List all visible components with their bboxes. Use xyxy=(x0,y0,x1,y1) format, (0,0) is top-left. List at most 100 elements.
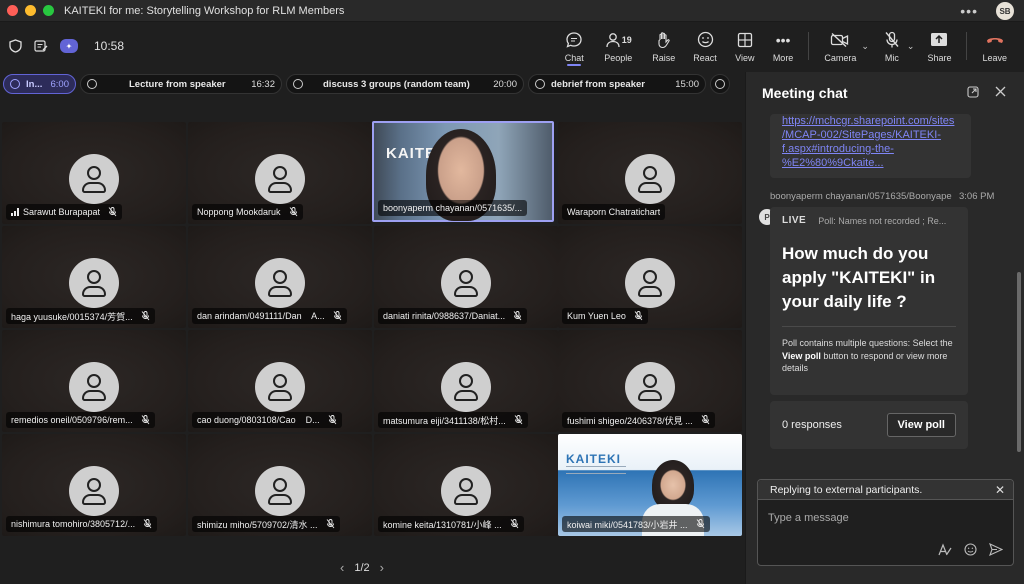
message-input[interactable]: Type a message xyxy=(758,500,1013,536)
muted-mic-icon xyxy=(696,519,704,529)
agenda-item-next[interactable] xyxy=(710,74,730,94)
people-count: 19 xyxy=(621,34,632,45)
external-reply-banner: Replying to external participants. ✕ xyxy=(758,480,1013,500)
participant-name-tag: dan arindam/0491111/Dan A... xyxy=(192,308,347,324)
participant-tile[interactable]: cao duong/0803108/Cao D... xyxy=(188,330,372,432)
participant-name: Kum Yuen Leo xyxy=(567,311,626,321)
pop-out-icon[interactable] xyxy=(967,86,979,101)
raise-hand-button[interactable]: Raise xyxy=(643,22,684,70)
share-label: Share xyxy=(927,52,952,63)
leave-label: Leave xyxy=(982,52,1007,63)
chat-button[interactable]: Chat xyxy=(555,22,593,70)
participant-tile[interactable]: Kum Yuen Leo xyxy=(558,226,742,328)
maximize-window-button[interactable] xyxy=(43,5,54,16)
agenda-item-debrief[interactable]: debrief from speaker 15:00 xyxy=(528,74,706,94)
participant-grid: Sarawut Burapapat Noppong Mookdaruk KAIT… xyxy=(0,120,744,536)
link-message: https://mchcgr.sharepoint.com/sites /MCA… xyxy=(770,114,971,178)
participant-name: Waraporn Chatratichart xyxy=(567,207,661,217)
participant-name: cao duong/0803108/Cao D... xyxy=(197,415,320,425)
message-time: 3:06 PM xyxy=(959,191,995,202)
message-meta: boonyaperm chayanan/0571635/Boonyape 3:0… xyxy=(770,191,1000,202)
agenda-item-duration: 6:00 xyxy=(50,78,70,90)
format-text-icon[interactable] xyxy=(938,543,952,559)
copilot-icon[interactable]: ✦ xyxy=(60,39,78,53)
signal-strength-icon xyxy=(11,208,19,216)
participant-tile[interactable]: Waraporn Chatratichart xyxy=(558,122,742,224)
avatar-placeholder-icon xyxy=(625,154,675,204)
poll-card[interactable]: LIVE Poll: Names not recorded ; Re... Ho… xyxy=(770,207,968,395)
ellipsis-icon: ••• xyxy=(775,31,791,48)
slide-subtitle-lines xyxy=(566,466,626,474)
participant-tile[interactable]: nishimura tomohiro/3805712/... xyxy=(2,434,186,536)
poll-question: How much do you apply "KAITEKI" in your … xyxy=(782,244,936,311)
participant-tile[interactable]: matsumura eiji/3411138/松村... xyxy=(374,330,558,432)
participant-video-face xyxy=(652,460,694,510)
previous-page-chevron-icon[interactable]: ‹ xyxy=(340,560,344,575)
people-icon: 19 xyxy=(602,30,634,50)
notes-icon[interactable] xyxy=(34,39,48,53)
view-button[interactable]: View xyxy=(726,22,764,70)
agenda-item-discuss[interactable]: discuss 3 groups (random team) 20:00 xyxy=(286,74,524,94)
react-button[interactable]: React xyxy=(684,22,726,70)
share-button[interactable]: Share xyxy=(918,22,960,70)
mic-button[interactable]: Mic xyxy=(873,22,911,70)
agenda-item-intro[interactable]: In... 6:00 xyxy=(3,74,76,94)
title-bar: KAITEKI for me: Storytelling Workshop fo… xyxy=(0,0,1024,22)
emoji-icon[interactable] xyxy=(964,543,977,559)
participant-tile[interactable]: Noppong Mookdaruk xyxy=(188,122,372,224)
shield-icon[interactable] xyxy=(8,39,22,53)
window-controls xyxy=(7,5,54,16)
participant-name: haga yuusuke/0015374/芳賀... xyxy=(11,311,133,322)
view-poll-button[interactable]: View poll xyxy=(886,413,956,437)
leave-button[interactable]: Leave xyxy=(973,22,1016,70)
participant-name-tag: komine keita/1310781/小峰 ... xyxy=(378,516,524,532)
participant-tile[interactable]: fushimi shigeo/2406378/伏見 ... xyxy=(558,330,742,432)
muted-mic-icon xyxy=(141,415,149,425)
participant-name: Sarawut Burapapat xyxy=(23,207,101,217)
people-button[interactable]: 19 People xyxy=(593,22,643,70)
dismiss-banner-icon[interactable]: ✕ xyxy=(995,483,1005,497)
agenda-item-label: discuss 3 groups (random team) xyxy=(323,78,470,90)
more-options-icon[interactable]: ••• xyxy=(960,3,978,19)
agenda-status-icon xyxy=(293,79,303,89)
chat-scrollbar[interactable] xyxy=(1017,272,1021,452)
participant-name: komine keita/1310781/小峰 ... xyxy=(383,519,502,530)
participant-tile[interactable]: daniati rinita/0988637/Daniat... xyxy=(374,226,558,328)
poll-note: Poll contains multiple questions: Select… xyxy=(782,337,956,375)
avatar-placeholder-icon xyxy=(625,258,675,308)
participant-video-tile[interactable]: KAITEKI koiwai miki/0541783/小岩井 ... xyxy=(558,434,742,536)
participant-tile[interactable]: Sarawut Burapapat xyxy=(2,122,186,224)
participant-name-tag: matsumura eiji/3411138/松村... xyxy=(378,412,528,428)
participant-tile[interactable]: remedios oneil/0509796/rem... xyxy=(2,330,186,432)
send-icon[interactable] xyxy=(989,542,1004,559)
muted-mic-icon xyxy=(513,311,522,321)
agenda-status-icon xyxy=(87,79,97,89)
agenda-status-icon xyxy=(10,79,20,89)
participant-name: shimizu miho/5709702/清水 ... xyxy=(197,519,318,530)
close-window-button[interactable] xyxy=(7,5,18,16)
muted-mic-icon xyxy=(634,311,643,321)
avatar-placeholder-icon xyxy=(441,466,491,516)
more-button[interactable]: ••• More xyxy=(764,22,803,70)
close-chat-icon[interactable] xyxy=(995,86,1006,101)
meeting-toolbar: ✦ 10:58 Chat 19 People Raise React View … xyxy=(0,22,1024,70)
camera-button[interactable]: Camera xyxy=(815,22,865,70)
participant-tile[interactable]: haga yuusuke/0015374/芳賀... xyxy=(2,226,186,328)
next-page-chevron-icon[interactable]: › xyxy=(380,560,384,575)
message-link-line[interactable]: /MCAP-002/SitePages/KAITEKI- xyxy=(770,128,971,142)
react-label: React xyxy=(693,52,717,63)
participant-name: daniati rinita/0988637/Daniat... xyxy=(383,311,506,321)
participant-tile[interactable]: dan arindam/0491111/Dan A... xyxy=(188,226,372,328)
user-avatar[interactable]: SB xyxy=(996,2,1014,20)
poll-responses: 0 responses View poll xyxy=(770,401,968,449)
message-link-line[interactable]: f.aspx#introducing-the- xyxy=(770,142,971,156)
agenda-item-lecture[interactable]: Lecture from speaker 16:32 xyxy=(80,74,282,94)
kaiteki-slide-text: KAITEKI xyxy=(566,452,621,466)
minimize-window-button[interactable] xyxy=(25,5,36,16)
avatar-placeholder-icon xyxy=(255,466,305,516)
message-link-line[interactable]: https://mchcgr.sharepoint.com/sites xyxy=(770,114,971,128)
participant-video-tile[interactable]: KAITEKI boonyaperm chayanan/0571635/... xyxy=(372,121,554,222)
participant-tile[interactable]: komine keita/1310781/小峰 ... xyxy=(374,434,558,536)
message-link-line[interactable]: %E2%80%9Ckaite... xyxy=(770,156,971,170)
participant-tile[interactable]: shimizu miho/5709702/清水 ... xyxy=(188,434,372,536)
